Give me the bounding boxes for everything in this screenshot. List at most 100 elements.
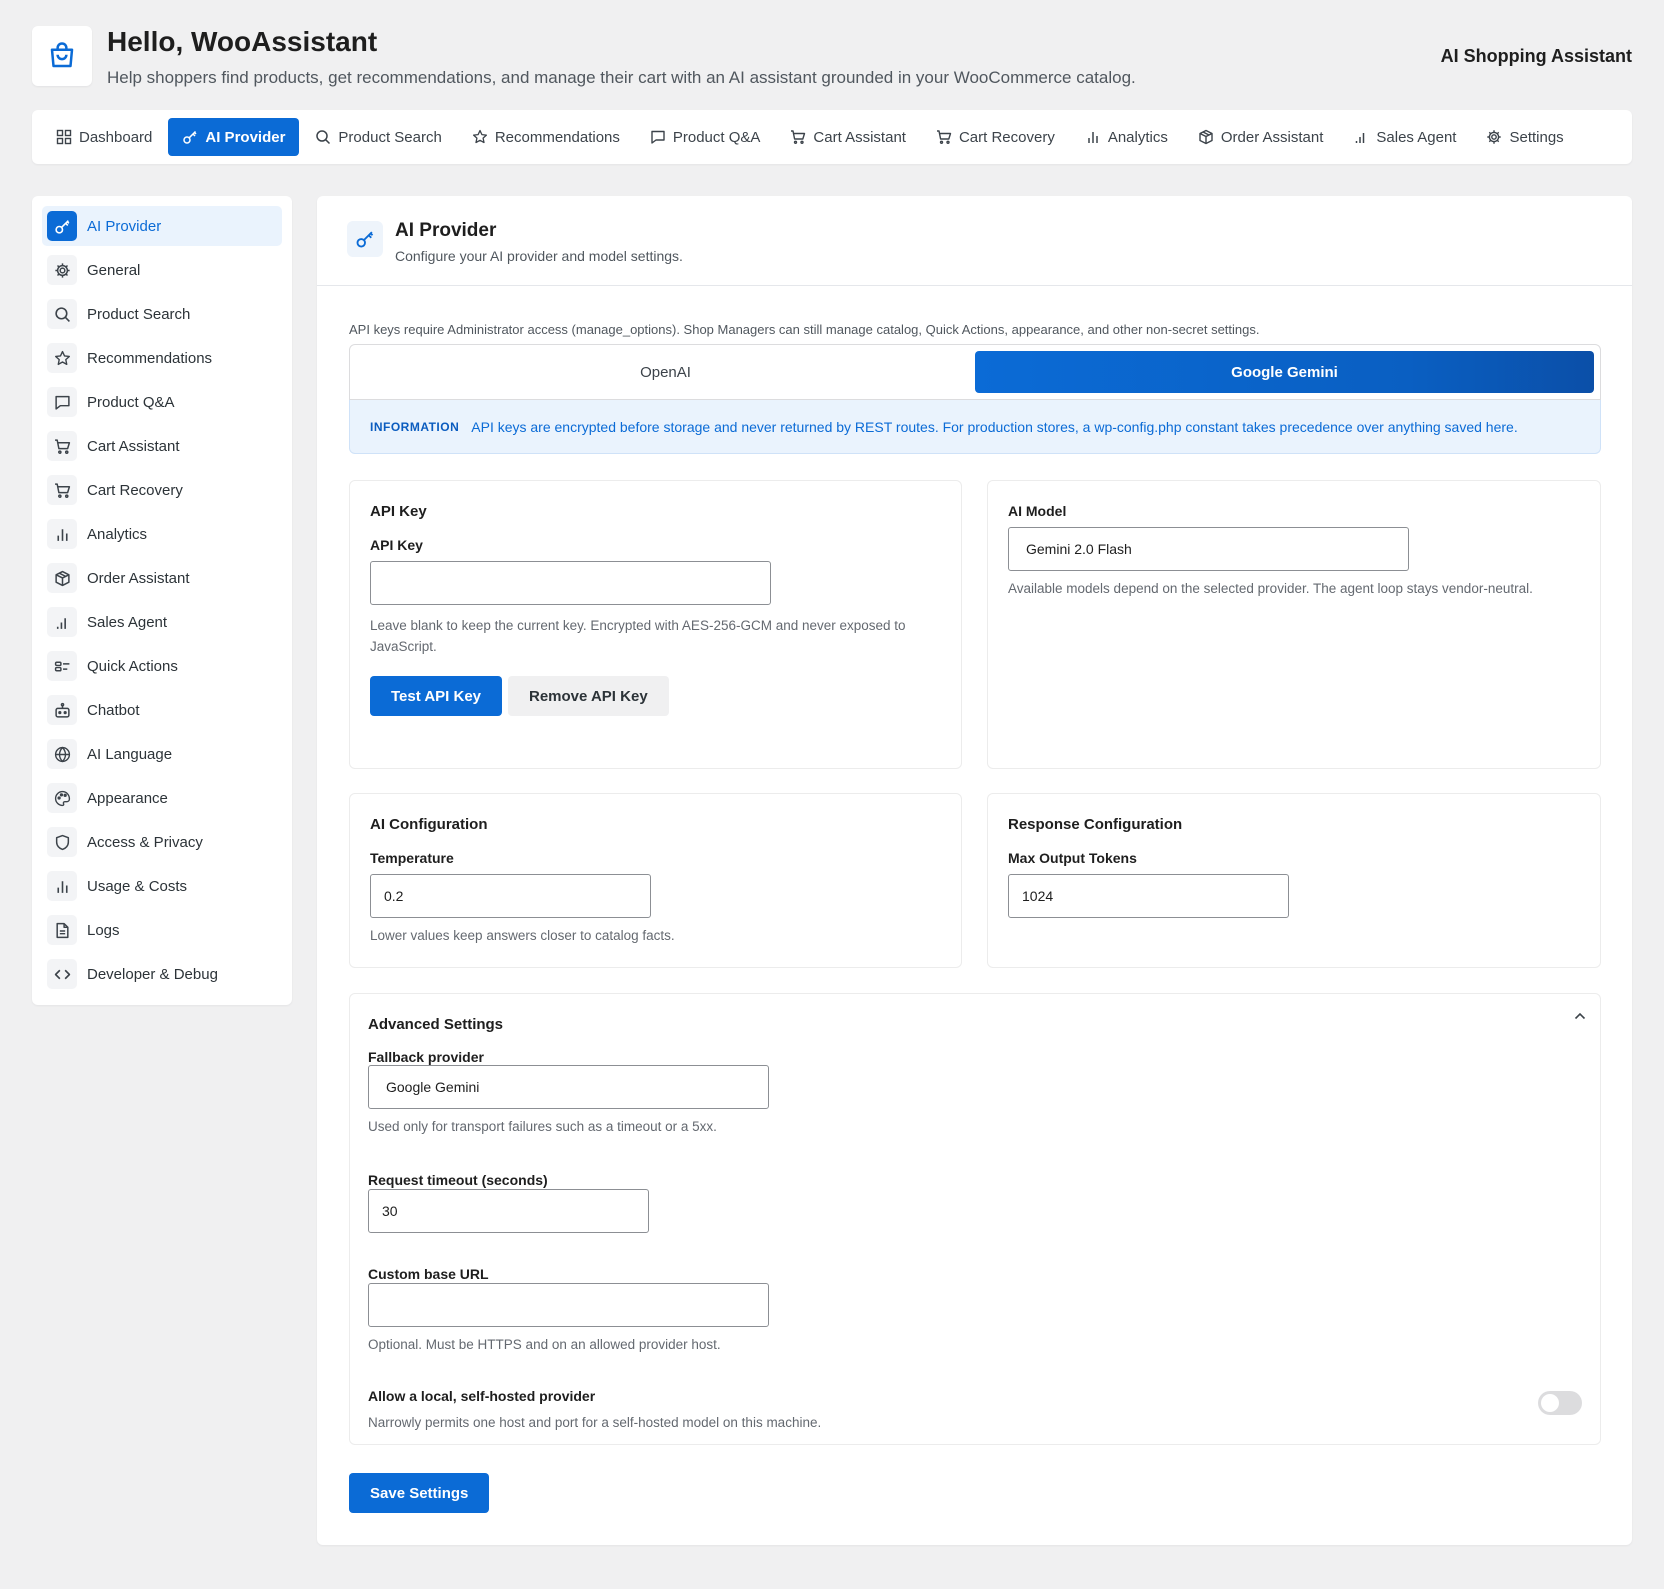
max-output-tokens-input[interactable]: 1024 [1008, 874, 1289, 918]
sidebar-item-ai-provider[interactable]: AI Provider [42, 206, 282, 246]
page-subtitle: Configure your AI provider and model set… [395, 248, 683, 264]
tab-analytics[interactable]: Analytics [1071, 118, 1182, 156]
sidebar-item-developer-debug[interactable]: Developer & Debug [42, 954, 282, 994]
robot-icon [54, 702, 71, 719]
sidebar-item-general[interactable]: General [42, 250, 282, 290]
sidebar-item-cart-assistant[interactable]: Cart Assistant [42, 426, 282, 466]
ai-model-label: AI Model [1008, 503, 1067, 519]
response-configuration-card: Response Configuration Max Output Tokens… [987, 793, 1601, 968]
ai-configuration-card: AI Configuration Temperature 0.2 Lower v… [349, 793, 962, 968]
fallback-provider-help: Used only for transport failures such as… [368, 1119, 717, 1134]
bar-chart-icon [54, 878, 71, 895]
sidebar-item-usage-costs[interactable]: Usage & Costs [42, 866, 282, 906]
panel-header-icon [347, 221, 383, 257]
provider-option-openai[interactable]: OpenAI [356, 351, 975, 393]
local-provider-toggle[interactable] [1538, 1391, 1582, 1415]
ai-model-select[interactable]: Gemini 2.0 Flash [1008, 527, 1409, 571]
admin-notice: API keys require Administrator access (m… [349, 322, 1260, 337]
tab-ai-provider[interactable]: AI Provider [168, 118, 300, 156]
chat-icon [650, 129, 666, 145]
tab-recommendations[interactable]: Recommendations [458, 118, 634, 156]
box-icon [1198, 129, 1214, 145]
quick-actions-icon [54, 658, 71, 675]
ai-model-card: AI Model Gemini 2.0 Flash Available mode… [987, 480, 1601, 769]
sidebar-item-cart-recovery[interactable]: Cart Recovery [42, 470, 282, 510]
info-banner: INFORMATION API keys are encrypted befor… [349, 400, 1601, 454]
custom-base-url-input[interactable] [368, 1283, 769, 1327]
request-timeout-label: Request timeout (seconds) [368, 1172, 548, 1188]
grid-icon [56, 129, 72, 145]
sidebar-item-recommendations[interactable]: Recommendations [42, 338, 282, 378]
max-output-tokens-label: Max Output Tokens [1008, 850, 1137, 866]
sidebar-item-appearance[interactable]: Appearance [42, 778, 282, 818]
cart-icon [936, 129, 952, 145]
app-logo [32, 26, 92, 86]
shopping-bag-icon [47, 41, 77, 71]
info-text: API keys are encrypted before storage an… [471, 418, 1518, 435]
globe-icon [54, 746, 71, 763]
key-icon [182, 129, 198, 145]
temperature-help: Lower values keep answers closer to cata… [370, 928, 675, 943]
sidebar-item-ai-language[interactable]: AI Language [42, 734, 282, 774]
ai-model-help: Available models depend on the selected … [1008, 581, 1533, 596]
tab-product-qa[interactable]: Product Q&A [636, 118, 775, 156]
page-header: Hello, WooAssistant Help shoppers find p… [32, 26, 1632, 88]
page-greeting: Hello, WooAssistant [107, 26, 378, 57]
sidebar-item-product-search[interactable]: Product Search [42, 294, 282, 334]
fallback-provider-select[interactable]: Google Gemini [368, 1065, 769, 1109]
main-panel: AI Provider Configure your AI provider a… [317, 196, 1632, 1545]
card-title: AI Configuration [370, 816, 488, 833]
bar-chart-icon [1085, 129, 1101, 145]
signal-icon [1353, 129, 1369, 145]
top-navigation: Dashboard AI Provider Product Search Rec… [32, 110, 1632, 164]
temperature-input[interactable]: 0.2 [370, 874, 651, 918]
tab-cart-recovery[interactable]: Cart Recovery [922, 118, 1069, 156]
sidebar-item-quick-actions[interactable]: Quick Actions [42, 646, 282, 686]
key-icon [355, 229, 375, 249]
temperature-label: Temperature [370, 850, 454, 866]
api-key-card: API Key API Key Leave blank to keep the … [349, 480, 962, 769]
provider-option-google-gemini[interactable]: Google Gemini [975, 351, 1594, 393]
api-key-input[interactable] [370, 561, 771, 605]
gear-icon [1486, 129, 1502, 145]
chevron-up-icon[interactable] [1572, 1008, 1588, 1024]
page-title: AI Provider [395, 220, 497, 241]
panel-header: AI Provider Configure your AI provider a… [317, 196, 1632, 286]
tab-order-assistant[interactable]: Order Assistant [1184, 118, 1338, 156]
sidebar-item-sales-agent[interactable]: Sales Agent [42, 602, 282, 642]
tab-dashboard[interactable]: Dashboard [42, 118, 166, 156]
api-key-help: Leave blank to keep the current key. Enc… [370, 618, 906, 654]
sidebar-item-chatbot[interactable]: Chatbot [42, 690, 282, 730]
shield-icon [54, 834, 71, 851]
sidebar-item-access-privacy[interactable]: Access & Privacy [42, 822, 282, 862]
bar-chart-icon [54, 526, 71, 543]
cart-icon [790, 129, 806, 145]
tab-cart-assistant[interactable]: Cart Assistant [776, 118, 920, 156]
save-settings-button[interactable]: Save Settings [349, 1473, 490, 1513]
request-timeout-input[interactable]: 30 [368, 1189, 649, 1233]
gear-icon [54, 262, 71, 279]
api-key-label: API Key [370, 537, 423, 553]
star-icon [54, 350, 71, 367]
key-icon [54, 218, 71, 235]
tab-product-search[interactable]: Product Search [301, 118, 455, 156]
sidebar-item-analytics[interactable]: Analytics [42, 514, 282, 554]
sidebar-item-product-qa[interactable]: Product Q&A [42, 382, 282, 422]
brand-name: AI Shopping Assistant [1440, 46, 1632, 66]
card-title: Response Configuration [1008, 816, 1183, 833]
cart-icon [54, 438, 71, 455]
custom-base-url-label: Custom base URL [368, 1266, 489, 1282]
toggle-knob [1541, 1394, 1559, 1412]
chat-icon [54, 394, 71, 411]
advanced-settings-card: Advanced Settings Fallback provider Goog… [349, 993, 1601, 1445]
sidebar-item-order-assistant[interactable]: Order Assistant [42, 558, 282, 598]
local-provider-label: Allow a local, self-hosted provider [368, 1388, 596, 1404]
sidebar-item-logs[interactable]: Logs [42, 910, 282, 950]
advanced-settings-title: Advanced Settings [368, 1016, 504, 1033]
tab-settings[interactable]: Settings [1472, 118, 1577, 156]
tab-sales-agent[interactable]: Sales Agent [1339, 118, 1470, 156]
search-icon [315, 129, 331, 145]
remove-api-key-button[interactable]: Remove API Key [508, 676, 669, 716]
test-api-key-button[interactable]: Test API Key [370, 676, 503, 716]
custom-base-url-help: Optional. Must be HTTPS and on an allowe… [368, 1337, 721, 1352]
